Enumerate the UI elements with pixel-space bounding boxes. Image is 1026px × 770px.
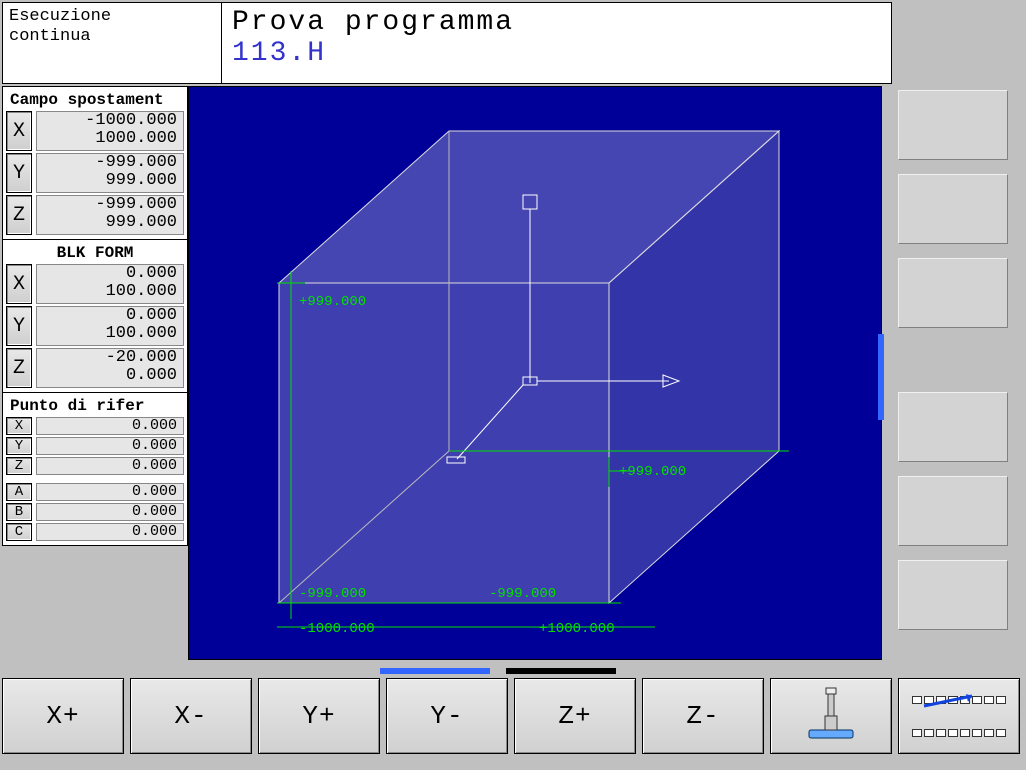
traverse-x-min: -1000.000 — [85, 111, 177, 130]
traverse-z-max: 999.000 — [43, 214, 177, 232]
mode-line1: Esecuzione — [9, 7, 215, 27]
blkform-y-button[interactable]: Y — [6, 306, 32, 346]
workpiece-3d-icon: +999.000 -999.000 -999.000 +999.000 -100… — [189, 87, 883, 661]
vp-label-floor-l: -1000.000 — [299, 621, 375, 637]
program-file: 113.H — [232, 38, 881, 69]
datum-heading: Punto di rifer — [6, 395, 184, 417]
blkform-x-min: 0.000 — [126, 264, 177, 283]
softkey-z-plus[interactable]: Z+ — [514, 678, 636, 754]
right-softkey-5[interactable] — [898, 476, 1008, 546]
softkey-x-minus[interactable]: X- — [130, 678, 252, 754]
softkey-page-markers — [2, 664, 1024, 678]
right-softkey-2[interactable] — [898, 174, 1008, 244]
blkform-y-max: 100.000 — [43, 325, 177, 343]
header-spacer — [892, 2, 1024, 84]
datum-y: 0.000 — [132, 437, 177, 454]
traverse-y-button[interactable]: Y — [6, 153, 32, 193]
datum-y-button[interactable]: Y — [6, 437, 32, 455]
right-softkey-4[interactable] — [898, 392, 1008, 462]
softkey-pager[interactable] — [898, 678, 1020, 754]
blkform-heading: BLK FORM — [6, 242, 184, 264]
blkform-y-min: 0.000 — [126, 306, 177, 325]
softkey-machine[interactable] — [770, 678, 892, 754]
softkey-page-other-icon — [506, 668, 616, 674]
vp-label-right-x: +999.000 — [619, 464, 686, 480]
right-softkey-6[interactable] — [898, 560, 1008, 630]
traverse-y-min: -999.000 — [95, 153, 177, 172]
blkform-x-max: 100.000 — [43, 283, 177, 301]
mode-box: Esecuzione continua — [2, 2, 222, 84]
blkform-z-min: -20.000 — [106, 348, 177, 367]
vp-label-top-y: +999.000 — [299, 294, 366, 310]
blkform-z-button[interactable]: Z — [6, 348, 32, 388]
program-title: Prova programma — [232, 7, 881, 38]
datum-b: 0.000 — [132, 503, 177, 520]
datum-z-button[interactable]: Z — [6, 457, 32, 475]
pager-row-bottom — [912, 729, 1006, 737]
blkform-x-button[interactable]: X — [6, 264, 32, 304]
datum-a: 0.000 — [132, 483, 177, 500]
right-softkey-column — [884, 86, 1024, 660]
softkey-y-minus[interactable]: Y- — [386, 678, 508, 754]
traverse-x-max: 1000.000 — [43, 130, 177, 148]
mode-line2: continua — [9, 27, 215, 47]
title-box: Prova programma 113.H — [222, 2, 892, 84]
softkey-page-active-icon — [380, 668, 490, 674]
left-panel: Campo spostament X -1000.000 1000.000 Y … — [2, 86, 188, 546]
machine-icon — [801, 686, 861, 746]
datum-x: 0.000 — [132, 417, 177, 434]
traverse-z-button[interactable]: Z — [6, 195, 32, 235]
right-softkey-1[interactable] — [898, 90, 1008, 160]
datum-b-button[interactable]: B — [6, 503, 32, 521]
arrow-right-icon — [922, 694, 982, 708]
datum-x-button[interactable]: X — [6, 417, 32, 435]
datum-c: 0.000 — [132, 523, 177, 540]
datum-z: 0.000 — [132, 457, 177, 474]
3d-viewport[interactable]: +999.000 -999.000 -999.000 +999.000 -100… — [188, 86, 882, 660]
vp-label-bot-y: -999.000 — [299, 586, 366, 602]
pager-row-top — [912, 696, 1006, 704]
vp-label-floor-r: +1000.000 — [539, 621, 615, 637]
softkey-x-plus[interactable]: X+ — [2, 678, 124, 754]
softkey-y-plus[interactable]: Y+ — [258, 678, 380, 754]
datum-a-button[interactable]: A — [6, 483, 32, 501]
traverse-y-max: 999.000 — [43, 172, 177, 190]
vp-label-mid-x: -999.000 — [489, 586, 556, 602]
traverse-z-min: -999.000 — [95, 195, 177, 214]
datum-c-button[interactable]: C — [6, 523, 32, 541]
traverse-heading: Campo spostament — [6, 89, 184, 111]
softkey-z-minus[interactable]: Z- — [642, 678, 764, 754]
traverse-x-button[interactable]: X — [6, 111, 32, 151]
right-softkey-3[interactable] — [898, 258, 1008, 328]
blkform-z-max: 0.000 — [43, 367, 177, 385]
